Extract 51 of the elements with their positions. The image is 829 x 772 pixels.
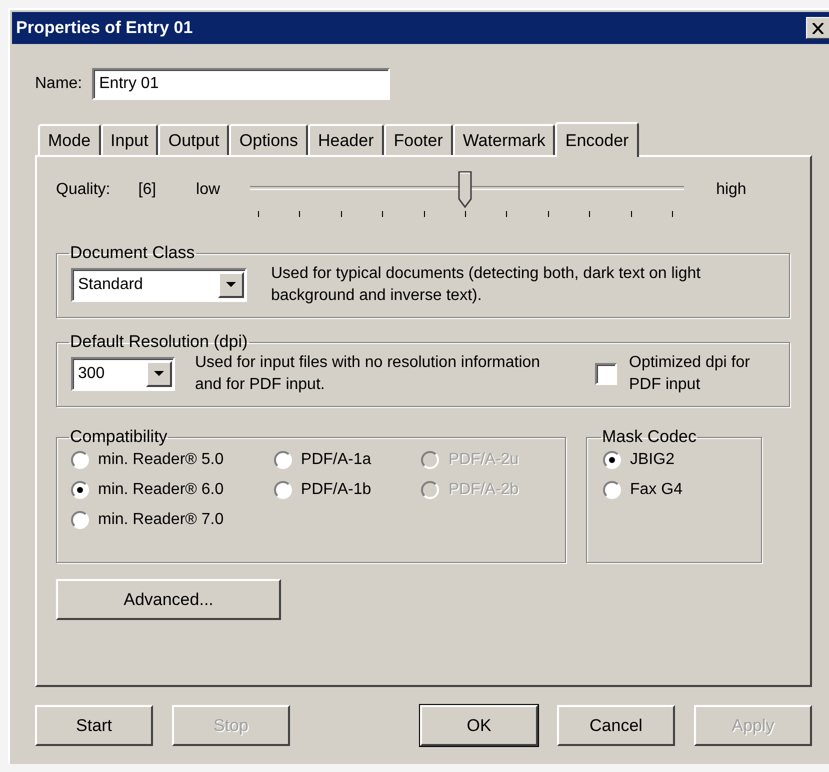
slider-min-label: low xyxy=(196,181,220,199)
dialog-button[interactable]: Start xyxy=(35,705,153,746)
radio-option[interactable]: JBIG2 xyxy=(603,451,749,469)
description-text: Used for input files with no resolution information and for PDF input. xyxy=(195,353,542,395)
tab[interactable]: Mode xyxy=(38,124,101,155)
checkbox-label: Optimized dpi for PDF input xyxy=(629,353,751,395)
dropdown-arrow-button[interactable] xyxy=(218,272,244,298)
radio-option[interactable]: min. Reader® 5.0 xyxy=(71,451,258,469)
quality-reading: [6] xyxy=(138,181,156,199)
dialog-button[interactable]: OK xyxy=(420,705,538,746)
radio-button[interactable] xyxy=(71,511,89,529)
document-class-dropdown[interactable]: Standard xyxy=(71,268,247,302)
radio-button[interactable] xyxy=(274,481,292,499)
tab[interactable]: Options xyxy=(229,124,308,155)
resolution-dropdown[interactable]: 300 xyxy=(71,357,175,391)
radio-button[interactable] xyxy=(603,451,621,469)
radio-option[interactable]: PDF/A-1b xyxy=(274,481,406,499)
close-icon xyxy=(812,22,824,34)
radio-option[interactable]: min. Reader® 6.0 xyxy=(71,481,258,499)
slider-max-label: high xyxy=(716,181,746,199)
tab[interactable]: Watermark xyxy=(452,124,556,155)
tab[interactable]: Input xyxy=(100,124,158,155)
tab[interactable]: Footer xyxy=(384,124,453,155)
description-text: Used for typical documents (detecting both, dark text on light background and inverse text). xyxy=(271,264,702,306)
quality-slider[interactable] xyxy=(250,171,684,215)
dropdown-arrow-button[interactable] xyxy=(146,361,172,387)
radio-option[interactable]: Fax G4 xyxy=(603,481,749,499)
radio-button[interactable] xyxy=(71,451,89,469)
name-label: Name: xyxy=(35,75,82,93)
radio-button[interactable] xyxy=(274,451,292,469)
radio-option[interactable]: min. Reader® 7.0 xyxy=(71,511,258,529)
radio-button[interactable] xyxy=(603,481,621,499)
checkbox[interactable] xyxy=(595,363,617,385)
radio-option[interactable]: PDF/A-1a xyxy=(274,451,406,469)
tab[interactable]: Output xyxy=(158,124,230,155)
tab[interactable]: Header xyxy=(308,124,384,155)
group-title: Mask Codec xyxy=(601,427,698,447)
dialog-button[interactable]: Cancel xyxy=(557,705,675,746)
group-title: Compatibility xyxy=(69,427,168,447)
caret-down-icon xyxy=(226,282,236,288)
caret-down-icon xyxy=(154,371,164,377)
advanced-button[interactable]: Advanced... xyxy=(56,579,281,620)
group-title: Document Class xyxy=(69,243,196,263)
window-title: Properties of Entry 01 xyxy=(16,18,193,38)
slider-thumb[interactable] xyxy=(458,171,472,209)
tab[interactable]: Encoder xyxy=(555,122,639,157)
radio-button[interactable] xyxy=(71,481,89,499)
name-field[interactable]: Entry 01 xyxy=(92,68,390,100)
quality-label: Quality: xyxy=(56,181,110,199)
close-button[interactable] xyxy=(806,17,829,39)
group-title: Default Resolution (dpi) xyxy=(69,332,249,352)
